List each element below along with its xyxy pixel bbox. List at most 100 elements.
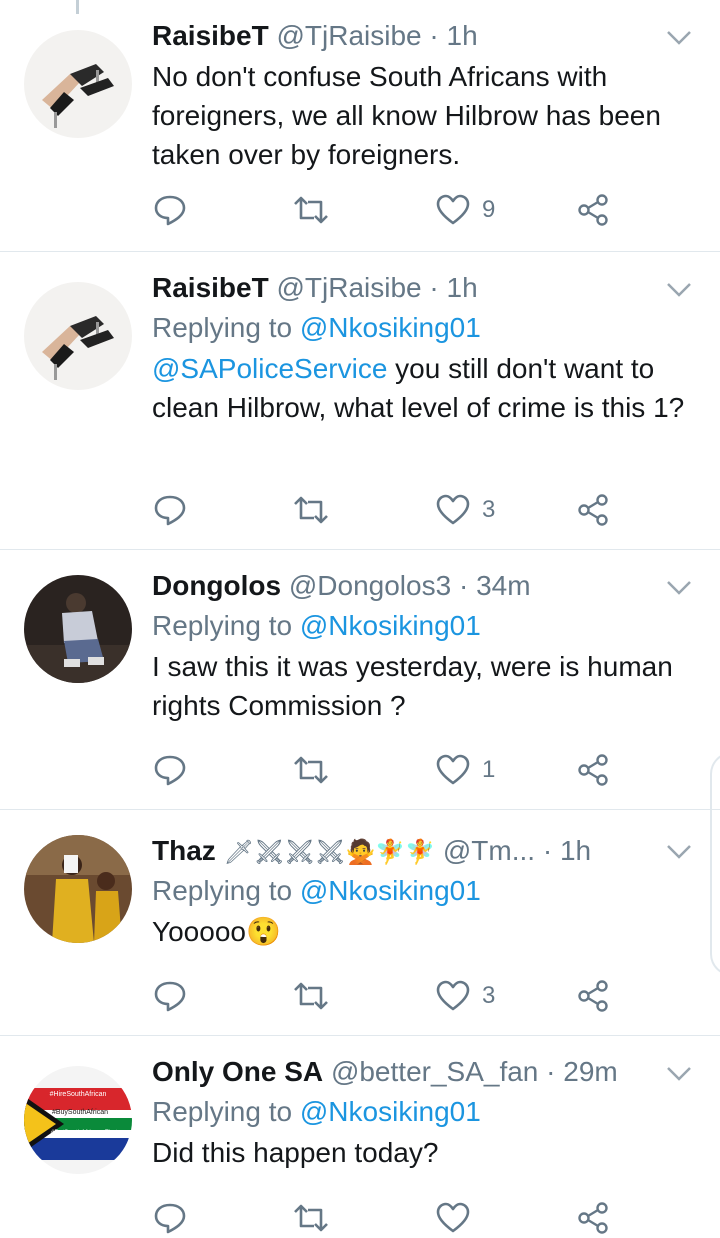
share-icon [578, 194, 608, 226]
name-emoji: 🗡⚔⚔⚔🙅🧚🧚 [223, 839, 436, 866]
floating-compose-edge[interactable] [710, 752, 720, 976]
replying-to-label: Replying to [152, 312, 300, 343]
chevron-down-icon[interactable] [666, 1066, 692, 1082]
tweet-text: No don't confuse South Africans with for… [152, 61, 661, 170]
tweet-header: RaisibeT @TjRaisibe · 1h [152, 19, 692, 53]
retweet-icon [294, 496, 328, 524]
retweet-button[interactable] [292, 490, 330, 530]
timestamp[interactable]: 1h [447, 20, 478, 51]
reply-button[interactable] [152, 750, 188, 790]
reply-icon [154, 1203, 186, 1234]
timestamp[interactable]: 34m [476, 570, 530, 601]
author-handle[interactable]: @Dongolos3 [289, 570, 451, 601]
reply-button[interactable] [152, 190, 188, 230]
retweet-button[interactable] [292, 750, 330, 790]
retweet-icon [294, 982, 328, 1010]
timestamp[interactable]: 1h [447, 272, 478, 303]
tweet-header: RaisibeT @TjRaisibe · 1h [152, 271, 692, 305]
share-button[interactable] [576, 1198, 610, 1238]
author-name[interactable]: RaisibeT [152, 272, 269, 303]
separator-dot: · [546, 1056, 556, 1087]
replying-to-label: Replying to [152, 875, 300, 906]
tweet-item[interactable]: #HireSouthAfrican #BuySouthAfrican #PutS… [0, 1036, 720, 1234]
like-button[interactable]: 3 [436, 976, 495, 1016]
chevron-down-icon[interactable] [666, 844, 692, 860]
avatar-hashtag-3: #PutSouthAfricansFirst [51, 1129, 118, 1136]
share-button[interactable] [576, 190, 610, 230]
like-count: 9 [482, 196, 496, 223]
like-button[interactable]: 1 [436, 750, 495, 790]
reply-button[interactable] [152, 976, 188, 1016]
author-handle[interactable]: @Tm... [443, 835, 535, 866]
author-handle[interactable]: @better_SA_fan [331, 1056, 538, 1087]
replying-to-line: Replying to @Nkosiking01 [152, 609, 692, 643]
tweet-item[interactable]: RaisibeT @TjRaisibe · 1h Replying to @Nk… [0, 252, 720, 550]
reply-button[interactable] [152, 1198, 188, 1238]
author-handle[interactable]: @TjRaisibe [276, 272, 421, 303]
replying-to-link[interactable]: @Nkosiking01 [300, 312, 481, 343]
sa-flag-avatar-image: #HireSouthAfrican #BuySouthAfrican #PutS… [24, 1066, 132, 1174]
author-name[interactable]: Only One SA [152, 1056, 323, 1087]
share-button[interactable] [576, 976, 610, 1016]
replying-to-line: Replying to @Nkosiking01 [152, 1095, 692, 1129]
replying-to-link[interactable]: @Nkosiking01 [300, 1096, 481, 1127]
replying-to-link[interactable]: @Nkosiking01 [300, 875, 481, 906]
share-button[interactable] [576, 750, 610, 790]
like-icon [436, 1202, 470, 1233]
like-button[interactable]: 9 [436, 190, 495, 230]
avatar[interactable] [24, 575, 132, 683]
retweet-button[interactable] [292, 976, 330, 1016]
replying-to-line: Replying to @Nkosiking01 [152, 874, 692, 908]
share-icon [578, 1202, 608, 1234]
reply-button[interactable] [152, 490, 188, 530]
like-icon [436, 494, 470, 525]
replying-to-label: Replying to [152, 610, 300, 641]
person-sitting-avatar-image [24, 575, 132, 683]
retweet-button[interactable] [292, 1198, 330, 1238]
boots-avatar-image [24, 282, 132, 390]
avatar[interactable] [24, 30, 132, 138]
reply-icon [154, 495, 186, 526]
replying-to-link[interactable]: @Nkosiking01 [300, 610, 481, 641]
separator-dot: · [542, 835, 553, 866]
author-handle[interactable]: @TjRaisibe [276, 20, 421, 51]
like-icon [436, 194, 470, 225]
author-name[interactable]: Thaz [152, 835, 216, 866]
avatar[interactable] [24, 282, 132, 390]
author-name[interactable]: Dongolos [152, 570, 281, 601]
share-icon [578, 494, 608, 526]
like-count: 3 [482, 496, 496, 523]
avatar-hashtag-1: #HireSouthAfrican [50, 1091, 107, 1098]
replying-to-label: Replying to [152, 1096, 300, 1127]
chevron-down-icon[interactable] [666, 580, 692, 596]
tweet-item[interactable]: Thaz 🗡⚔⚔⚔🙅🧚🧚 @Tm... · 1h Replying to @Nk… [0, 810, 720, 1036]
tweet-item[interactable]: RaisibeT @TjRaisibe · 1h No don't confus… [0, 0, 720, 252]
tweet-actions: 9 [152, 190, 622, 230]
tweet-item[interactable]: Dongolos @Dongolos3 · 34m Replying to @N… [0, 550, 720, 810]
tweet-header: Dongolos @Dongolos3 · 34m [152, 569, 692, 603]
author-name[interactable]: RaisibeT [152, 20, 269, 51]
mention-link[interactable]: @SAPoliceService [152, 353, 387, 384]
chevron-down-icon[interactable] [666, 282, 692, 298]
like-button[interactable] [436, 1198, 470, 1238]
reply-icon [154, 981, 186, 1012]
replying-to-line: Replying to @Nkosiking01 [152, 311, 692, 345]
timestamp[interactable]: 29m [563, 1056, 617, 1087]
like-icon [436, 980, 470, 1011]
share-icon [578, 980, 608, 1012]
reply-icon [154, 755, 186, 786]
reply-icon [154, 195, 186, 226]
retweet-button[interactable] [292, 190, 330, 230]
timestamp[interactable]: 1h [560, 835, 591, 866]
avatar-hashtag-2: #BuySouthAfrican [52, 1109, 108, 1116]
avatar[interactable]: #HireSouthAfrican #BuySouthAfrican #PutS… [24, 1066, 132, 1174]
share-icon [578, 754, 608, 786]
like-count: 3 [482, 982, 496, 1009]
yellow-outfit-avatar-image [24, 835, 132, 943]
like-icon [436, 754, 470, 785]
like-button[interactable]: 3 [436, 490, 495, 530]
chevron-down-icon[interactable] [666, 30, 692, 46]
share-button[interactable] [576, 490, 610, 530]
avatar[interactable] [24, 835, 132, 943]
tweet-actions [152, 1198, 622, 1238]
